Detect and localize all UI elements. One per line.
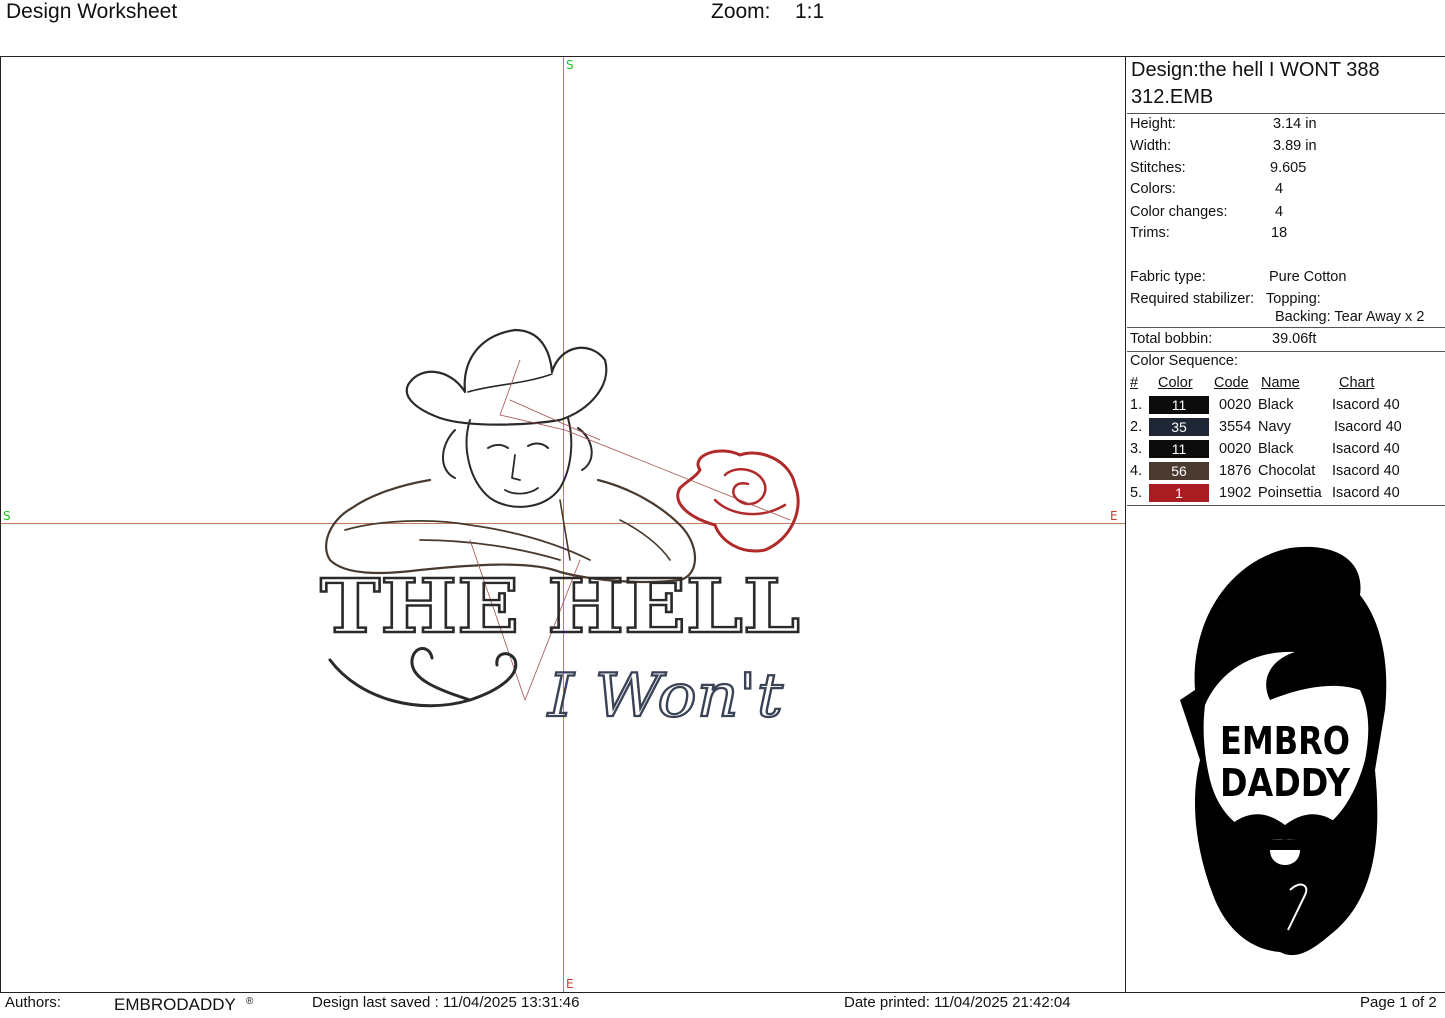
logo-line2: DADDY	[1220, 761, 1350, 805]
color-sequence-title: Color Sequence:	[1130, 353, 1239, 369]
column-num: #	[1130, 375, 1139, 391]
panel-divider	[1127, 327, 1445, 328]
artwork-line1: THE HELL	[320, 564, 800, 650]
column-name: Name	[1261, 375, 1300, 391]
end-marker-bottom: E	[566, 977, 574, 991]
color-swatch: 56	[1149, 462, 1209, 480]
embroidery-design[interactable]: THE HELL I Won't	[300, 320, 820, 740]
sequence-row[interactable]: 3. 11 0020 Black Isacord 40	[1130, 439, 1442, 459]
design-last-saved: Design last saved : 11/04/2025 13:31:46	[312, 994, 580, 1011]
panel-divider	[1127, 351, 1445, 352]
sequence-row[interactable]: 5. 1 1902 Poinsettia Isacord 40	[1130, 483, 1442, 503]
sequence-row[interactable]: 4. 56 1876 Chocolat Isacord 40	[1130, 461, 1442, 481]
page-number: Page 1 of 2	[1360, 994, 1437, 1011]
design-name: Design:the hell I WONT 388 312.EMB	[1131, 59, 1380, 108]
end-marker-right: E	[1110, 509, 1118, 523]
worksheet-title: Design Worksheet	[6, 0, 178, 23]
sequence-row[interactable]: 1. 11 0020 Black Isacord 40	[1130, 395, 1442, 415]
color-swatch: 11	[1149, 396, 1209, 414]
color-swatch: 35	[1149, 418, 1209, 436]
panel-divider	[1127, 505, 1445, 506]
sequence-row[interactable]: 2. 35 3554 Navy Isacord 40	[1130, 417, 1442, 437]
column-code: Code	[1214, 375, 1249, 391]
color-swatch: 1	[1149, 484, 1209, 502]
start-marker-top: S	[566, 58, 574, 72]
logo-line1: EMBRO	[1220, 719, 1350, 763]
authors-value: EMBRODADDY	[114, 995, 236, 1014]
zoom-label: Zoom:	[711, 0, 771, 23]
start-marker-left: S	[3, 509, 11, 523]
embrodaddy-logo: EMBRO DADDY	[1180, 546, 1387, 956]
date-printed: Date printed: 11/04/2025 21:42:04	[844, 994, 1071, 1011]
artwork-line2: I Won't	[547, 661, 784, 731]
column-color: Color	[1158, 375, 1193, 391]
authors-label: Authors:	[5, 994, 61, 1011]
registered-mark: ®	[246, 996, 254, 1007]
column-chart: Chart	[1339, 375, 1375, 391]
cowboy-hat	[405, 328, 608, 426]
color-swatch: 11	[1149, 440, 1209, 458]
swirl-ornament	[328, 647, 518, 708]
zoom-value[interactable]: 1:1	[795, 0, 824, 24]
